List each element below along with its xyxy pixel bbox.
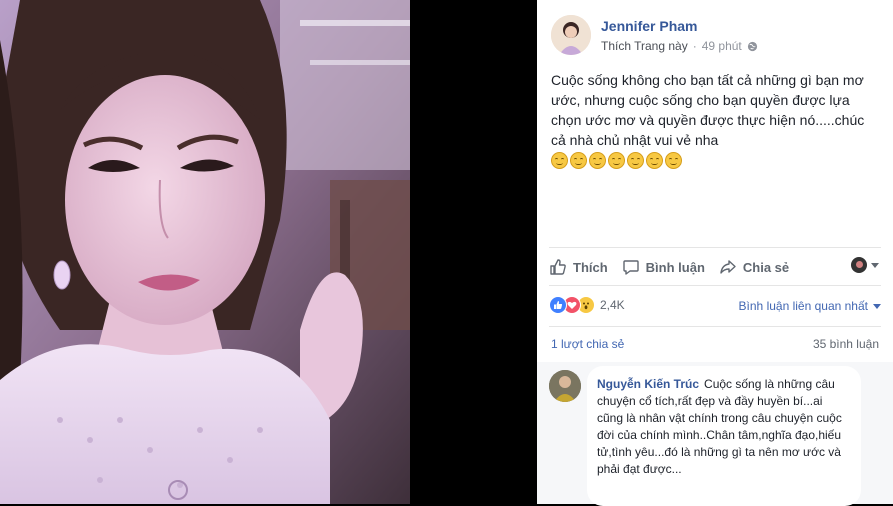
chevron-down-icon — [871, 262, 879, 268]
post-body: Cuộc sống không cho bạn tất cả những gì … — [551, 70, 881, 169]
actions-divider-top — [549, 247, 881, 248]
thumbs-up-icon — [550, 259, 566, 275]
chevron-down-icon — [873, 303, 881, 309]
smiling-face-icon — [551, 152, 568, 169]
reaction-count: 2,4K — [600, 298, 625, 312]
smiling-face-icon — [665, 152, 682, 169]
commenter-avatar-image — [549, 370, 581, 402]
actor-selector[interactable] — [851, 257, 879, 273]
smiling-face-icon — [589, 152, 606, 169]
meta-separator: · — [692, 39, 697, 53]
like-page-link[interactable]: Thích Trang này — [601, 39, 688, 53]
comment-sort-label: Bình luận liên quan nhất — [738, 299, 868, 313]
smiling-face-icon — [570, 152, 587, 169]
selfie-image — [0, 0, 410, 504]
comments-section: Nguyễn Kiến Trúc Cuộc sống là những câu c… — [537, 362, 893, 506]
share-count[interactable]: 1 lượt chia sẻ — [551, 337, 624, 351]
commenter-name[interactable]: Nguyễn Kiến Trúc — [597, 377, 699, 391]
lightbox-background — [410, 0, 537, 504]
comment-icon — [622, 260, 639, 275]
comment-label: Bình luận — [645, 259, 705, 275]
like-reaction-icon — [549, 296, 567, 314]
post-text: Cuộc sống không cho bạn tất cả những gì … — [551, 72, 865, 148]
commenter-avatar[interactable] — [549, 370, 581, 402]
like-label: Thích — [573, 259, 608, 275]
emoji-row — [551, 152, 881, 169]
smiling-face-icon — [627, 152, 644, 169]
share-icon — [720, 260, 736, 274]
author-name[interactable]: Jennifer Pham — [601, 18, 697, 34]
author-avatar[interactable] — [551, 15, 591, 55]
comment-button[interactable]: Bình luận — [622, 258, 705, 276]
smiling-face-icon — [646, 152, 663, 169]
post-time[interactable]: 49 phút — [702, 39, 742, 53]
post-actions: Thích Bình luận Chia sẻ — [549, 255, 879, 279]
globe-icon[interactable] — [747, 41, 758, 52]
share-button[interactable]: Chia sẻ — [719, 258, 789, 276]
comment-bubble: Nguyễn Kiến Trúc Cuộc sống là những câu c… — [587, 366, 861, 506]
comment-text: Cuộc sống là những câu chuyện cổ tích,rấ… — [597, 377, 842, 476]
comment-sort-dropdown[interactable]: Bình luận liên quan nhất — [739, 299, 881, 313]
share-label: Chia sẻ — [742, 259, 790, 275]
reactions-summary[interactable]: 2,4K — [549, 296, 625, 314]
actions-divider-bottom — [549, 285, 881, 286]
comment-count[interactable]: 35 bình luận — [813, 337, 879, 351]
like-button[interactable]: Thích — [549, 258, 608, 276]
post-detail-panel: Jennifer Pham Thích Trang này · 49 phút … — [537, 0, 893, 506]
actor-avatar — [851, 257, 867, 273]
avatar-image — [551, 15, 591, 55]
post-photo[interactable] — [0, 0, 410, 504]
stats-divider — [549, 326, 881, 327]
post-meta: Thích Trang này · 49 phút — [601, 39, 758, 53]
smiling-face-icon — [608, 152, 625, 169]
